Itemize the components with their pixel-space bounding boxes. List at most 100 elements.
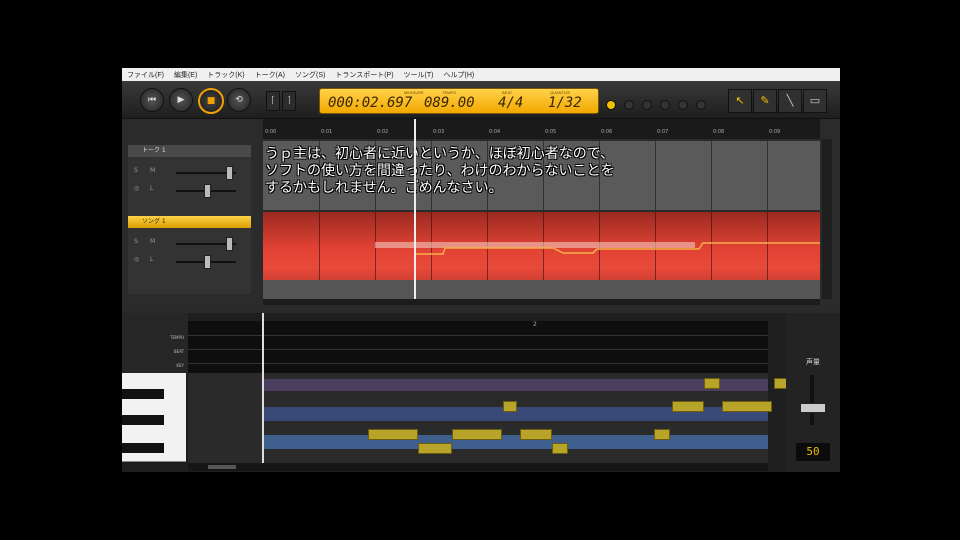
parameter-lanes[interactable]: 2 <box>188 321 768 373</box>
black-key[interactable] <box>122 389 164 399</box>
menu-talk[interactable]: トーク(A) <box>250 70 290 80</box>
marker-out-button[interactable]: ⌉ <box>282 91 296 111</box>
lane-label-beat: BEAT <box>173 349 184 354</box>
fader-knob[interactable] <box>226 237 233 251</box>
menu-track[interactable]: トラック(K) <box>202 70 249 80</box>
line-icon: ╲ <box>786 94 794 107</box>
lock-icon[interactable]: L <box>150 256 153 263</box>
voice-editor-window: ファイル(F) 編集(E) トラック(K) トーク(A) ソング(S) トランス… <box>122 68 840 472</box>
lane-separator <box>188 363 768 364</box>
indicator-led[interactable] <box>660 100 670 110</box>
menu-transport[interactable]: トランスポート(P) <box>330 70 398 80</box>
volume-slider[interactable] <box>810 375 814 425</box>
volume-slider-knob[interactable] <box>800 403 826 413</box>
ruler-tick: 0:00 <box>265 129 277 135</box>
volume-panel: 声量 50 <box>786 313 840 472</box>
solo-icon[interactable]: S <box>134 238 138 245</box>
lane-label-tempo: TEMPO <box>170 335 184 340</box>
indicator-led[interactable] <box>606 100 616 110</box>
black-key[interactable] <box>122 443 164 453</box>
indicator-led[interactable] <box>624 100 634 110</box>
volume-value[interactable]: 50 <box>796 443 830 461</box>
line-tool-button[interactable]: ╲ <box>778 89 802 113</box>
note-block[interactable] <box>552 443 568 454</box>
note-block[interactable] <box>368 429 418 440</box>
horizontal-scrollbar[interactable] <box>263 299 820 305</box>
ruler-tick: 0:04 <box>489 129 501 135</box>
ruler-tick: 0:02 <box>377 129 389 135</box>
menu-help[interactable]: ヘルプ(H) <box>438 70 479 80</box>
lane-label-key: KEY <box>176 363 184 368</box>
track-name[interactable]: トーク 1 <box>128 145 251 157</box>
track-name[interactable]: ソング 1 <box>128 216 251 228</box>
scrollbar-thumb[interactable] <box>208 465 236 469</box>
ruler-tick: 0:09 <box>769 129 781 135</box>
indicator-led[interactable] <box>678 100 688 110</box>
track-area: 0:00 0:01 0:02 0:03 0:04 0:05 0:06 0:07 … <box>122 119 840 305</box>
black-key[interactable] <box>122 415 164 425</box>
piano-roll-playhead[interactable] <box>262 313 264 463</box>
lane-separator <box>188 335 768 336</box>
menu-edit[interactable]: 編集(E) <box>169 70 202 80</box>
note-block[interactable] <box>503 401 517 412</box>
solo-icon[interactable]: S <box>134 167 138 174</box>
record-icon[interactable]: ◎ <box>134 256 139 263</box>
marker-icon: ⌈ <box>271 96 275 106</box>
menu-tools[interactable]: ツール(T) <box>399 70 439 80</box>
note-block[interactable] <box>672 401 704 412</box>
fader-knob[interactable] <box>204 255 211 269</box>
marker-in-button[interactable]: ⌈ <box>266 91 280 111</box>
talk-track-header[interactable]: トーク 1 S M ◎ L <box>128 145 251 223</box>
indicator-led[interactable] <box>642 100 652 110</box>
volume-label: 声量 <box>806 358 820 366</box>
pencil-tool-button[interactable]: ✎ <box>753 89 777 113</box>
ruler-tick: 0:08 <box>713 129 725 135</box>
playhead[interactable] <box>414 119 416 299</box>
pointer-tool-button[interactable]: ↖ <box>728 89 752 113</box>
note-block[interactable] <box>520 429 552 440</box>
letterbox-left <box>0 0 122 540</box>
mute-icon[interactable]: M <box>150 238 155 245</box>
lock-icon[interactable]: L <box>150 185 153 192</box>
skip-back-icon: ⏮ <box>147 95 157 105</box>
menu-song[interactable]: ソング(S) <box>290 70 330 80</box>
fader-knob[interactable] <box>226 166 233 180</box>
stop-icon: ■ <box>206 96 216 106</box>
piano-roll-scrollbar[interactable] <box>188 463 768 471</box>
lane-separator <box>188 349 768 350</box>
indicator-led[interactable] <box>696 100 706 110</box>
note-grid[interactable] <box>188 373 824 463</box>
mute-icon[interactable]: M <box>150 167 155 174</box>
piano-keyboard[interactable] <box>122 373 188 463</box>
note-block[interactable] <box>452 429 502 440</box>
ruler-tick: 0:01 <box>321 129 333 135</box>
beat-readout[interactable]: 4/4 <box>498 95 523 111</box>
video-caption: うｐ主は、初心者に近いというか、ほぼ初心者なので、 ソフトの使い方を間違ったり、… <box>265 146 615 196</box>
tempo-readout[interactable]: 089.00 <box>424 95 475 111</box>
timeline-ruler[interactable]: 0:00 0:01 0:02 0:03 0:04 0:05 0:06 0:07 … <box>263 119 820 139</box>
stop-button[interactable]: ■ <box>198 88 224 114</box>
loop-icon: ⟲ <box>235 95 243 105</box>
menu-file[interactable]: ファイル(F) <box>122 70 169 80</box>
letterbox-right <box>840 0 960 540</box>
note-block[interactable] <box>722 401 772 412</box>
piano-roll-editor: TEMPO BEAT KEY 2 声量 50 <box>122 313 840 472</box>
time-readout: 000:02.697 <box>328 95 413 111</box>
play-button[interactable]: ▶ <box>169 88 193 112</box>
fader-knob[interactable] <box>204 184 211 198</box>
note-block[interactable] <box>704 378 720 389</box>
song-track-header[interactable]: ソング 1 S M ◎ L <box>128 216 251 294</box>
record-icon[interactable]: ◎ <box>134 185 139 192</box>
note-row <box>264 435 768 449</box>
song-track-lane[interactable] <box>263 212 820 304</box>
rewind-button[interactable]: ⏮ <box>140 88 164 112</box>
quantize-readout[interactable]: 1/32 <box>548 95 582 111</box>
note-block[interactable] <box>418 443 452 454</box>
loop-button[interactable]: ⟲ <box>227 88 251 112</box>
ruler-tick: 0:07 <box>657 129 669 135</box>
ruler-tick: 0:06 <box>601 129 613 135</box>
vertical-scrollbar[interactable] <box>822 139 832 299</box>
eraser-tool-button[interactable]: ▭ <box>803 89 827 113</box>
cursor-icon: ↖ <box>735 94 745 107</box>
note-block[interactable] <box>654 429 670 440</box>
